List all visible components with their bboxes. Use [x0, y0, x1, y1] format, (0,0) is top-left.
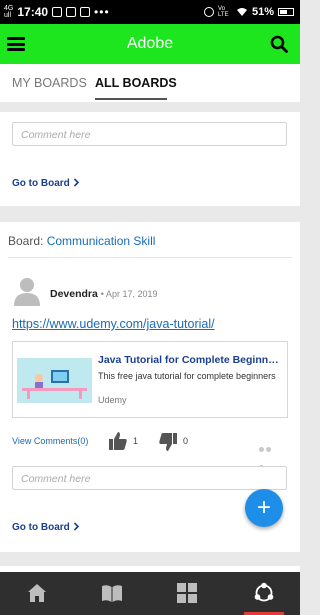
status-time: 17:40 [17, 5, 49, 19]
thumbs-up-icon[interactable] [108, 431, 128, 451]
chevron-right-icon [73, 522, 79, 531]
book-icon [102, 585, 122, 602]
add-post-button[interactable]: + [245, 489, 283, 527]
search-icon[interactable] [270, 35, 288, 53]
post-url-link[interactable]: https://www.udemy.com/java-tutorial/ [12, 317, 215, 331]
nav-boards[interactable] [75, 572, 150, 615]
post-actions: View Comments(0) 1 0 [0, 428, 300, 470]
notification-icon [80, 7, 91, 17]
avatar[interactable] [14, 276, 40, 306]
share-network-icon [254, 582, 274, 602]
notification-icon [66, 7, 77, 17]
chevron-right-icon [73, 178, 79, 187]
post-author: Devendra • Apr 17, 2019 [50, 288, 158, 300]
more-options-icon[interactable] [259, 439, 279, 470]
go-to-board-link[interactable]: Go to Board [12, 522, 80, 533]
nav-home[interactable] [0, 572, 75, 615]
tab-all-boards[interactable]: ALL BOARDS [95, 76, 177, 90]
alarm-icon [203, 7, 214, 17]
wifi-icon [236, 8, 247, 16]
dislike-count: 0 [183, 436, 189, 446]
app-bar: Adobe [0, 24, 300, 64]
thumbs-down-icon[interactable] [158, 432, 178, 452]
volte-indicator: Vo LTE [217, 6, 229, 18]
preview-site: Udemy [98, 395, 127, 405]
board-name-link[interactable]: Communication Skill [47, 234, 156, 248]
battery-percent: 51% [251, 6, 274, 18]
more-notifications-icon: ••• [94, 5, 110, 19]
app-title: Adobe [126, 35, 174, 52]
post-date: • Apr 17, 2019 [100, 289, 158, 299]
divider [8, 257, 292, 258]
go-to-board-link[interactable]: Go to Board [12, 178, 80, 189]
board-card: Comment here Go to Board [0, 112, 300, 206]
view-comments-link[interactable]: View Comments(0) [12, 436, 88, 446]
preview-thumbnail [17, 358, 92, 403]
status-bar: 4G ull 17:40 ••• Vo LTE 51% [0, 0, 300, 24]
tab-my-boards[interactable]: MY BOARDS [12, 76, 87, 90]
nav-categories[interactable] [150, 572, 225, 615]
comment-input[interactable]: Comment here [12, 466, 287, 490]
preview-title: Java Tutorial for Complete Beginners [98, 354, 283, 366]
like-count: 1 [133, 436, 139, 446]
battery-icon [278, 8, 294, 16]
preview-description: This free java tutorial for complete beg… [98, 371, 276, 381]
link-preview-card[interactable]: Java Tutorial for Complete Beginners Thi… [12, 341, 288, 418]
board-title: Board: Communication Skill [8, 234, 156, 248]
notification-icon [52, 7, 63, 17]
active-tab-indicator [95, 98, 167, 100]
bottom-navigation [0, 572, 300, 615]
grid-icon [177, 583, 197, 603]
home-icon [28, 584, 46, 602]
network-indicator: 4G ull [4, 5, 14, 19]
comment-input[interactable]: Comment here [12, 122, 287, 146]
tab-bar: MY BOARDS ALL BOARDS [0, 64, 300, 102]
nav-network[interactable] [225, 572, 300, 615]
